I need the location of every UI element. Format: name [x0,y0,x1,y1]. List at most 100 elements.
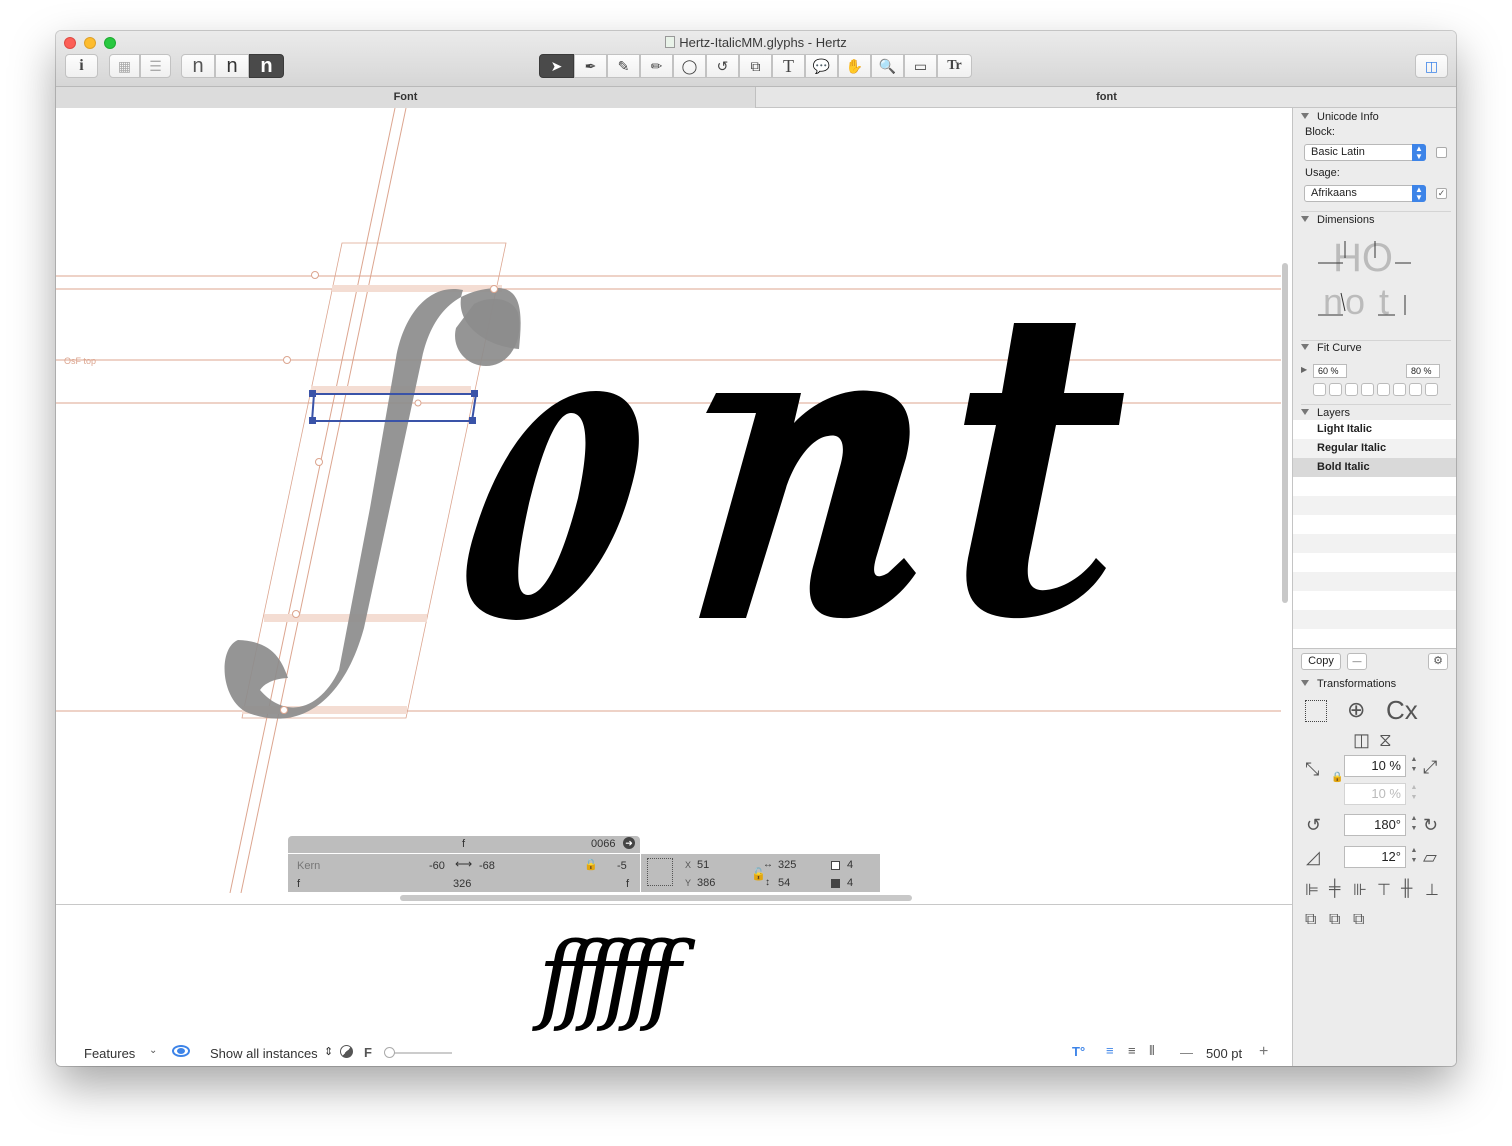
fit-curve-preset-button[interactable] [1377,383,1390,396]
transformations-header[interactable]: Transformations [1301,678,1396,690]
text-tool-icon[interactable]: T [772,54,805,78]
bounding-box-icon[interactable] [1305,700,1327,722]
list-view-icon[interactable]: ☰ [140,54,171,78]
eye-icon[interactable] [172,1045,190,1057]
align-center-icon[interactable]: ╪ [1329,880,1340,898]
scale-tool-icon[interactable]: ⧉ [739,54,772,78]
arrow-right-circle-icon[interactable]: ➜ [623,837,635,849]
select-tool-icon[interactable]: ➤ [539,54,574,78]
layers-header[interactable]: Layers [1301,407,1350,419]
x-field[interactable]: 51 [697,859,709,871]
expand-triangle-icon[interactable]: ▶ [1301,365,1307,374]
draw-tool-icon[interactable]: ✒ [574,54,607,78]
scale-vertical-field[interactable]: 10 % [1344,783,1406,805]
align-left-icon[interactable]: ≡ [1106,1043,1114,1058]
slant-left-icon[interactable]: ◿ [1306,847,1320,868]
rotate-field[interactable]: 180° [1344,814,1406,836]
scale-down-icon[interactable]: ⤡ [1305,759,1319,780]
flip-horizontal-icon[interactable]: ◫ [1353,730,1370,751]
w-field[interactable]: 325 [778,859,796,871]
lock-icon[interactable]: 🔒 [1331,772,1343,783]
features-popup[interactable]: Features [84,1046,135,1061]
view-outline-button[interactable]: n [181,54,215,78]
disclosure-triangle-icon[interactable] [1301,680,1309,686]
layer-regular-italic[interactable]: Regular Italic [1293,439,1456,458]
disclosure-triangle-icon[interactable] [1301,409,1309,415]
align-bottom-icon[interactable]: ⊥ [1425,880,1439,900]
disclosure-triangle-icon[interactable] [1301,113,1309,119]
annotation-tool-icon[interactable]: 💬 [805,54,838,78]
h-field[interactable]: 54 [778,877,790,889]
tab-font-1[interactable]: Font [56,87,756,108]
slant-stepper[interactable]: ▲ ▼ [1409,846,1419,868]
chevron-down-icon[interactable]: ⌄ [149,1045,157,1056]
view-filled-button[interactable]: n [249,54,284,78]
block-checkbox[interactable] [1436,147,1447,158]
slant-right-icon[interactable]: ▱ [1423,847,1437,868]
fit-curve-max-field[interactable]: 80 % [1406,364,1440,378]
union-icon[interactable]: ⧉ [1305,911,1316,929]
align-left-edge-icon[interactable]: ⊫ [1305,880,1319,900]
align-top-icon[interactable]: ⊤ [1377,880,1391,900]
grid-view-icon[interactable]: ▦ [109,54,140,78]
hand-tool-icon[interactable]: ✋ [838,54,871,78]
layer-bold-italic[interactable]: Bold Italic [1293,458,1456,477]
edit-canvas[interactable]: OsF top f 0066 ➜ Kern -60 ⟷ -68 🔒 -5 f 3… [56,108,1281,893]
block-popup[interactable]: Basic Latin ▲ ▼ [1304,144,1426,161]
fit-curve-preset-button[interactable] [1409,383,1422,396]
intersect-icon[interactable]: ⧉ [1353,911,1364,929]
text-options-icon[interactable]: T° [1072,1044,1085,1059]
tab-font-2[interactable]: font [757,87,1456,108]
unicode-info-header[interactable]: Unicode Info [1301,111,1379,123]
gear-icon[interactable]: ⚙ [1428,653,1448,670]
f-toggle[interactable]: F [364,1045,372,1060]
fit-curve-preset-button[interactable] [1425,383,1438,396]
copy-button[interactable]: Copy [1301,653,1341,670]
align-right-icon[interactable]: ≡ [1128,1043,1136,1058]
instance-slider-track[interactable] [386,1052,452,1054]
fit-curve-preset-button[interactable] [1329,383,1342,396]
rotate-stepper[interactable]: ▲ ▼ [1409,814,1419,836]
align-right-edge-icon[interactable]: ⊪ [1353,880,1367,900]
horizontal-scrollbar[interactable] [400,895,912,901]
crosshair-icon[interactable]: ⊕ [1347,697,1365,723]
usage-popup[interactable]: Afrikaans ▲ ▼ [1304,185,1426,202]
disclosure-triangle-icon[interactable] [1301,344,1309,350]
kern-value-field[interactable]: -5 [617,860,627,872]
lock-icon[interactable]: 🔒 [584,858,598,871]
rotate-cw-icon[interactable]: ↻ [1423,815,1438,836]
flip-vertical-icon[interactable]: ⧖ [1379,730,1392,751]
subtract-icon[interactable]: ⧉ [1329,911,1340,929]
instances-popup[interactable]: Show all instances [210,1046,318,1061]
fit-curve-header[interactable]: Fit Curve [1301,342,1362,354]
pencil-tool-icon[interactable]: ✎ [607,54,640,78]
reference-point-icon[interactable] [647,858,673,886]
primitives-tool-icon[interactable]: ◯ [673,54,706,78]
layer-light-italic[interactable]: Light Italic [1293,420,1456,439]
cx-label[interactable]: Cx [1386,696,1418,724]
type-tool-icon[interactable]: Tr [937,54,972,78]
scale-stepper[interactable]: ▲ ▼ [1409,755,1419,777]
slant-field[interactable]: 12° [1344,846,1406,868]
vertical-text-icon[interactable]: ⦀ [1149,1043,1155,1059]
sidebar-toggle-icon[interactable]: ◫ [1415,54,1448,78]
info-button[interactable]: i [65,54,98,78]
scale-up-icon[interactable]: ⤢ [1423,757,1437,778]
vertical-scrollbar[interactable] [1282,263,1288,603]
rotate-tool-icon[interactable]: ↺ [706,54,739,78]
zoom-tool-icon[interactable]: 🔍 [871,54,904,78]
fit-curve-preset-button[interactable] [1361,383,1374,396]
dimensions-header[interactable]: Dimensions [1301,214,1374,226]
view-preview-button[interactable]: n [215,54,249,78]
rsb-field[interactable]: -68 [479,860,495,872]
align-middle-icon[interactable]: ╫ [1401,880,1412,898]
measurement-tool-icon[interactable]: ▭ [904,54,937,78]
font-size-field[interactable]: 500 pt [1206,1046,1242,1061]
disclosure-triangle-icon[interactable] [1301,216,1309,222]
fit-curve-preset-button[interactable] [1393,383,1406,396]
scale-field[interactable]: 10 % [1344,755,1406,777]
zoom-out-button[interactable]: — [1180,1045,1193,1060]
width-field[interactable]: 326 [453,878,471,890]
instance-slider-knob[interactable] [384,1047,395,1058]
rotate-ccw-icon[interactable]: ↺ [1306,815,1321,836]
